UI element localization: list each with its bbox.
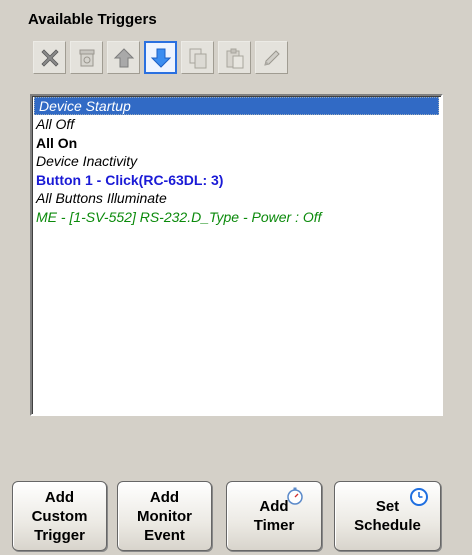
set-schedule-button[interactable]: Set Schedule: [334, 481, 441, 551]
arrow-down-icon: [150, 48, 171, 68]
pencil-icon: [263, 49, 280, 66]
button-label-line: Event: [144, 526, 185, 544]
list-item[interactable]: All Buttons Illuminate: [32, 189, 441, 208]
list-item[interactable]: ME - [1-SV-552] RS-232.D_Type - Power : …: [32, 208, 441, 227]
stopwatch-icon: [287, 487, 303, 505]
clear-button[interactable]: [70, 41, 103, 74]
move-down-button[interactable]: [144, 41, 177, 74]
list-item[interactable]: All On: [32, 134, 441, 153]
add-monitor-event-button[interactable]: Add Monitor Event: [117, 481, 212, 551]
button-label-line: Custom: [31, 507, 88, 525]
button-label-line: Monitor: [137, 507, 192, 525]
move-up-button[interactable]: [107, 41, 140, 74]
triggers-list[interactable]: Device Startup All Off All On Device Ina…: [30, 94, 443, 416]
list-item[interactable]: Button 1 - Click(RC-63DL: 3): [32, 171, 441, 190]
button-label-line: Schedule: [354, 517, 421, 534]
copy-button[interactable]: [181, 41, 214, 74]
edit-button[interactable]: [255, 41, 288, 74]
arrow-up-icon: [113, 47, 134, 67]
list-item[interactable]: All Off: [32, 115, 441, 134]
paste-button[interactable]: [218, 41, 251, 74]
button-label-line: Add: [44, 488, 75, 506]
panel-title: Available Triggers: [28, 11, 157, 28]
list-item[interactable]: Device Startup: [34, 97, 439, 115]
delete-button[interactable]: [33, 41, 66, 74]
clock-icon: [410, 488, 428, 506]
button-label-line: Timer: [253, 517, 295, 534]
paste-icon: [226, 48, 243, 68]
add-custom-trigger-button[interactable]: Add Custom Trigger: [12, 481, 107, 551]
trash-icon: [79, 49, 94, 66]
copy-icon: [189, 48, 206, 68]
list-item[interactable]: Device Inactivity: [32, 152, 441, 171]
button-label-line: Trigger: [34, 526, 85, 544]
delete-x-icon: [40, 48, 59, 67]
add-timer-button[interactable]: Add Timer: [226, 481, 322, 551]
button-label-line: Add: [149, 488, 180, 506]
